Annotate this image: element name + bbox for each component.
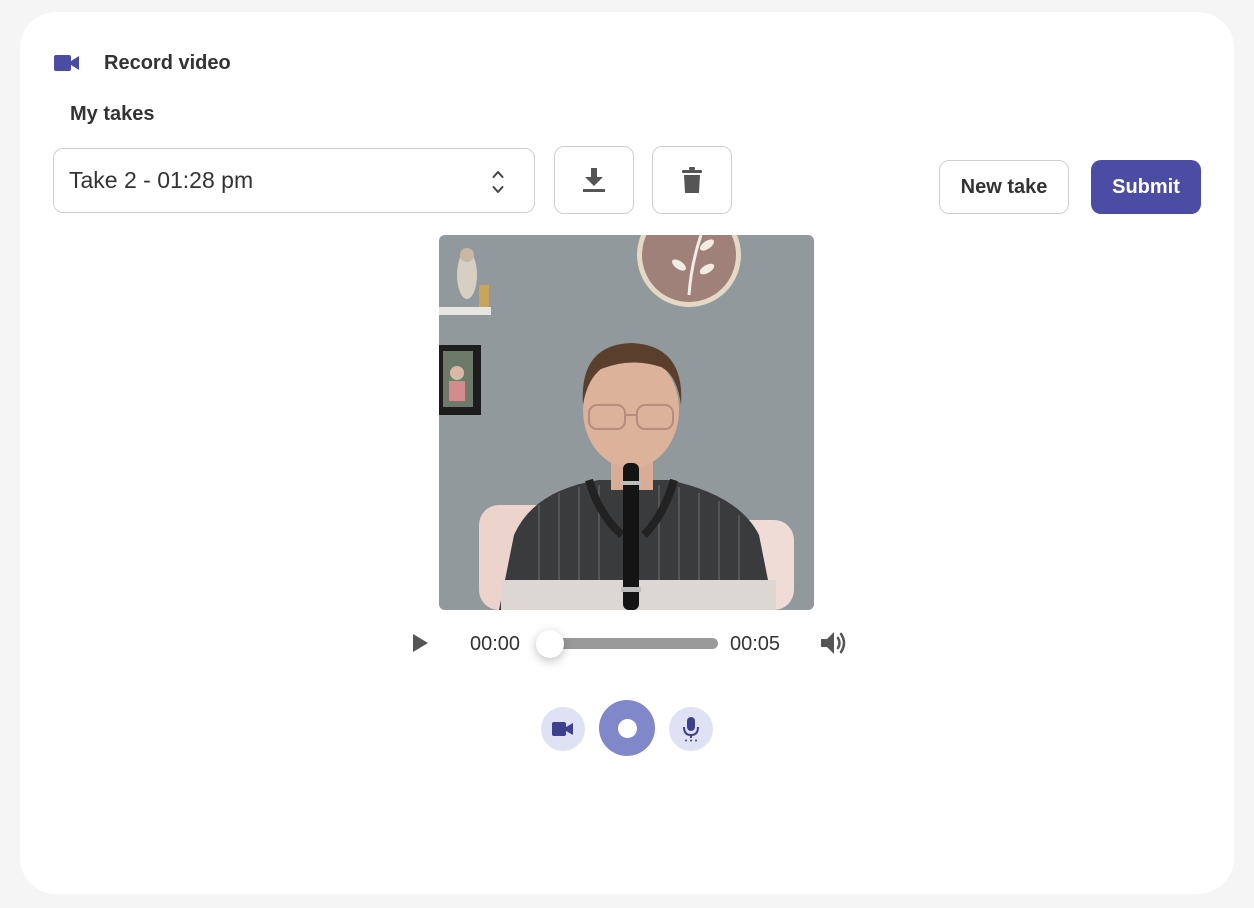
take-select[interactable]: Take 2 - 01:28 pm [53,148,535,213]
video-frame-image [439,235,814,610]
submit-button[interactable]: Submit [1091,160,1201,214]
video-camera-icon [54,49,80,77]
video-player-controls: 00:00 00:05 [400,622,860,666]
current-time: 00:00 [470,633,521,655]
video-preview[interactable] [439,235,814,610]
header: Record video [54,49,231,77]
microphone-toggle-button[interactable] [669,707,713,751]
select-arrows-icon [492,169,504,195]
page-title: Record video [104,51,231,74]
record-button[interactable] [599,700,655,756]
download-button[interactable] [554,146,634,214]
seek-bar[interactable] [550,638,718,649]
play-button[interactable] [412,633,429,658]
play-icon [413,634,428,652]
record-icon [617,718,637,738]
video-camera-icon [552,722,573,736]
my-takes-label: My takes [70,103,155,125]
recorder-toolbar [541,700,713,758]
microphone-icon [683,717,699,742]
download-icon [583,168,605,192]
trash-icon [682,166,702,193]
delete-button[interactable] [652,146,732,214]
selected-take-value: Take 2 - 01:28 pm [69,167,254,193]
volume-icon [821,632,846,654]
seek-thumb[interactable] [536,630,564,658]
volume-button[interactable] [820,630,848,661]
duration: 00:05 [730,633,781,655]
camera-toggle-button[interactable] [541,707,585,751]
new-take-button[interactable]: New take [939,160,1069,214]
